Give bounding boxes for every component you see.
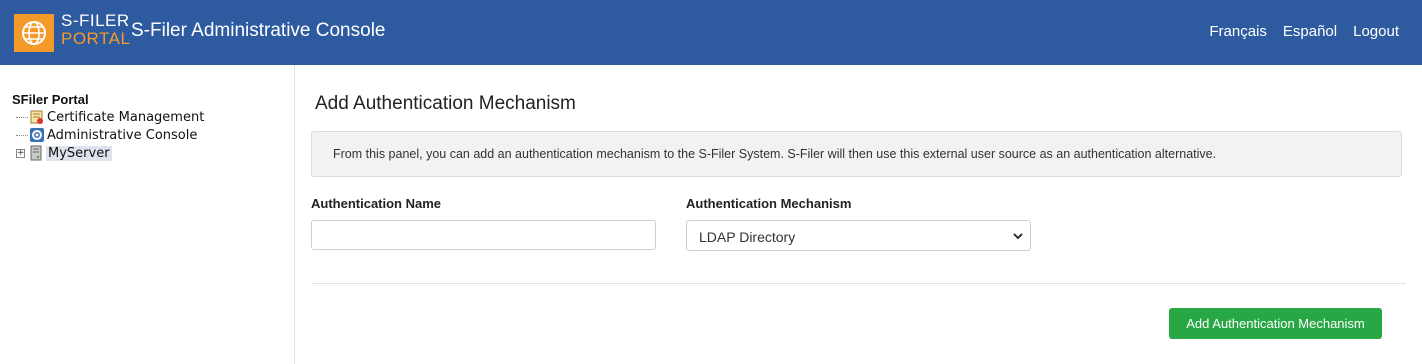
tree-item-administrative-console[interactable]: Administrative Console <box>16 126 197 144</box>
nav-link-francais[interactable]: Français <box>1209 23 1267 40</box>
authentication-name-input[interactable] <box>311 220 656 250</box>
chevron-down-icon <box>1013 233 1023 240</box>
info-panel: From this panel, you can add an authenti… <box>311 131 1402 177</box>
divider <box>311 283 1406 284</box>
app-title: S-Filer Administrative Console <box>131 20 386 41</box>
main-panel: Add Authentication Mechanism From this p… <box>296 65 1422 364</box>
authentication-mechanism-select[interactable]: LDAP Directory <box>686 220 1031 251</box>
nav-link-espanol[interactable]: Español <box>1283 23 1337 40</box>
authentication-mechanism-label: Authentication Mechanism <box>686 196 852 211</box>
page-title: Add Authentication Mechanism <box>315 93 576 114</box>
tree-root-label: SFiler Portal <box>12 92 89 107</box>
top-nav: Français Español Logout <box>1209 23 1399 40</box>
logo-text: S-FILER PORTAL <box>61 12 130 48</box>
logo-line2: PORTAL <box>61 29 131 48</box>
authentication-name-label: Authentication Name <box>311 196 442 211</box>
app-header: S-FILER PORTAL S-Filer Administrative Co… <box>0 0 1422 65</box>
tree-item-certificate-management[interactable]: Certificate Management <box>16 108 204 126</box>
selected-option: LDAP Directory <box>699 229 796 245</box>
expand-icon[interactable]: + <box>16 148 25 158</box>
tree-item-myserver[interactable]: + MyServer <box>16 144 112 162</box>
tree-item-label: Certificate Management <box>47 109 205 125</box>
admin-console-icon <box>29 127 45 143</box>
logo-line1: S-FILER <box>61 11 130 30</box>
globe-logo-icon <box>14 14 54 52</box>
certificate-icon <box>29 109 45 125</box>
sidebar-tree: SFiler Portal Certificate Management Adm… <box>0 65 295 364</box>
nav-link-logout[interactable]: Logout <box>1353 23 1399 40</box>
tree-item-label: MyServer <box>46 145 112 161</box>
server-icon <box>28 145 44 161</box>
tree-item-label: Administrative Console <box>47 127 198 143</box>
add-authentication-mechanism-button[interactable]: Add Authentication Mechanism <box>1169 308 1382 339</box>
